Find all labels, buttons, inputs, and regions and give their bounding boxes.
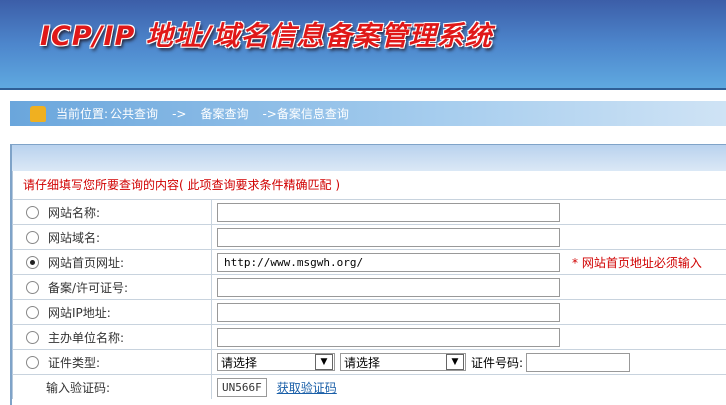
field-label: 主办单位名称: (48, 330, 125, 345)
homepage-url-input[interactable]: http://www.msgwh.org/ (217, 252, 560, 272)
breadcrumb-prefix: 当前位置: (56, 107, 109, 121)
captcha-image: UN566F (217, 377, 267, 397)
form-row-organizer: 主办单位名称: (12, 324, 726, 349)
field-label: 输入验证码: (46, 380, 111, 395)
radio-cert[interactable] (26, 355, 39, 369)
field-label: 网站IP地址: (48, 305, 111, 320)
radio-license[interactable] (26, 280, 39, 294)
required-hint: * 网站首页地址必须输入 (572, 255, 702, 270)
app-title: ICP/IP 地址/域名信息备案管理系统 (40, 21, 493, 52)
breadcrumb-item: ->备案信息查询 (262, 107, 349, 121)
radio-homepage[interactable] (26, 255, 39, 269)
form-row-cert: 证件类型: 请选择 ▼ 请选择 ▼ 证件号码: (12, 349, 726, 374)
panel-header (12, 145, 726, 171)
organizer-input[interactable] (217, 327, 560, 347)
form-row-site-name: 网站名称: (12, 199, 726, 224)
domain-input[interactable] (217, 227, 560, 247)
chevron-down-icon: ▼ (315, 354, 333, 370)
breadcrumb-item: 备案查询 (200, 107, 249, 121)
home-icon (30, 105, 46, 122)
radio-site-name[interactable] (26, 205, 39, 219)
refresh-captcha-link[interactable]: 获取验证码 (277, 379, 337, 396)
form-row-domain: 网站域名: (12, 224, 726, 249)
query-form-panel: 请仔细填写您所要查询的内容( 此项查询要求条件精确匹配 ) 网站名称: 网站域名… (10, 144, 726, 405)
chevron-down-icon: ▼ (446, 354, 464, 370)
cert-number-label: 证件号码: (471, 355, 524, 370)
field-label: 备案/许可证号: (48, 280, 129, 295)
cert-type-select[interactable]: 请选择 ▼ (217, 353, 335, 371)
form-row-license: 备案/许可证号: (12, 274, 726, 299)
breadcrumb-item: 公共查询 (110, 107, 159, 121)
field-label: 证件类型: (48, 355, 101, 370)
breadcrumb-sep: -> (172, 106, 187, 121)
field-label: 网站名称: (48, 205, 101, 220)
cert-number-input[interactable] (526, 352, 631, 372)
select-value: 请选择 (344, 355, 381, 370)
form-row-captcha: 输入验证码: UN566F 获取验证码 (12, 374, 726, 399)
form-row-homepage: 网站首页网址: http://www.msgwh.org/ * 网站首页地址必须输… (12, 249, 726, 274)
cert-subtype-select[interactable]: 请选择 ▼ (340, 353, 466, 371)
breadcrumb: 当前位置: 公共查询 -> 备案查询 ->备案信息查询 (10, 101, 726, 126)
form-note: 请仔细填写您所要查询的内容( 此项查询要求条件精确匹配 ) (12, 171, 726, 199)
field-label: 网站首页网址: (48, 255, 125, 270)
site-name-input[interactable] (217, 202, 560, 222)
field-label: 网站域名: (48, 230, 101, 245)
header-banner: ICP/IP 地址/域名信息备案管理系统 (0, 0, 726, 90)
radio-domain[interactable] (26, 230, 39, 244)
radio-organizer[interactable] (26, 330, 39, 344)
select-value: 请选择 (221, 355, 258, 370)
form-row-ip: 网站IP地址: (12, 299, 726, 324)
radio-ip[interactable] (26, 305, 39, 319)
ip-input[interactable] (217, 302, 560, 322)
license-input[interactable] (217, 277, 560, 297)
